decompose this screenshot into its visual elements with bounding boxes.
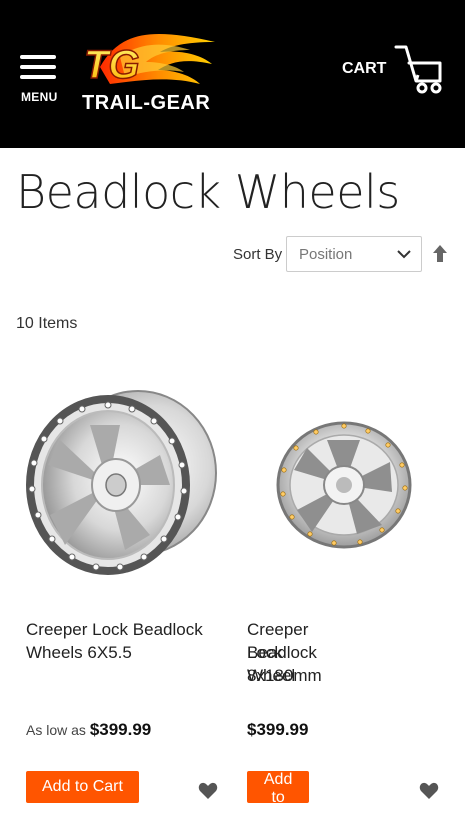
sort-select[interactable]: Position [286, 236, 422, 272]
site-logo[interactable]: TG TRAIL-GEAR [80, 22, 220, 122]
price-line: As low as $399.99 [26, 720, 151, 740]
flame-logo-icon: TG [83, 34, 215, 88]
price-prefix: As low as [26, 722, 86, 738]
product-image-wheel[interactable] [20, 385, 220, 585]
site-header: MENU TG TRAIL-GEAR CART [0, 0, 465, 148]
heart-wishlist-icon[interactable] [198, 782, 218, 800]
cart-icon [394, 45, 442, 94]
logo-text: TRAIL-GEAR [82, 92, 211, 114]
sort-selected-value: Position [299, 246, 353, 263]
menu-label: MENU [21, 90, 58, 104]
hamburger-icon-bar [20, 65, 56, 69]
add-to-cart-button[interactable]: Add to Cart [247, 771, 310, 824]
logo-mark: TG [84, 43, 140, 87]
menu-button[interactable]: MENU [20, 55, 60, 105]
product-name-line1[interactable]: Creeper Lock Beadlock [26, 618, 203, 641]
product-image-wheel[interactable] [272, 420, 412, 550]
items-count: 10 Items [16, 315, 78, 332]
sort-label: Sort By [233, 246, 283, 263]
hamburger-icon [20, 55, 56, 59]
price-line: $399.99 [247, 720, 308, 740]
chevron-down-icon [397, 250, 411, 259]
cart-label: CART [342, 60, 387, 77]
product-name-line2[interactable]: Beadlock Wheel [247, 641, 317, 687]
page-title: Beadlock Wheels [16, 165, 400, 219]
add-to-cart-button[interactable]: Add to Cart [26, 771, 139, 803]
heart-wishlist-icon[interactable] [419, 782, 439, 800]
product-name-line2[interactable]: Wheels 6X5.5 [26, 641, 132, 664]
product-price: $399.99 [247, 720, 309, 739]
hamburger-icon-bar [20, 75, 56, 79]
sort-direction-arrow-icon[interactable] [432, 244, 448, 264]
product-price: $399.99 [89, 720, 152, 739]
cart-button[interactable]: CART [340, 45, 450, 95]
